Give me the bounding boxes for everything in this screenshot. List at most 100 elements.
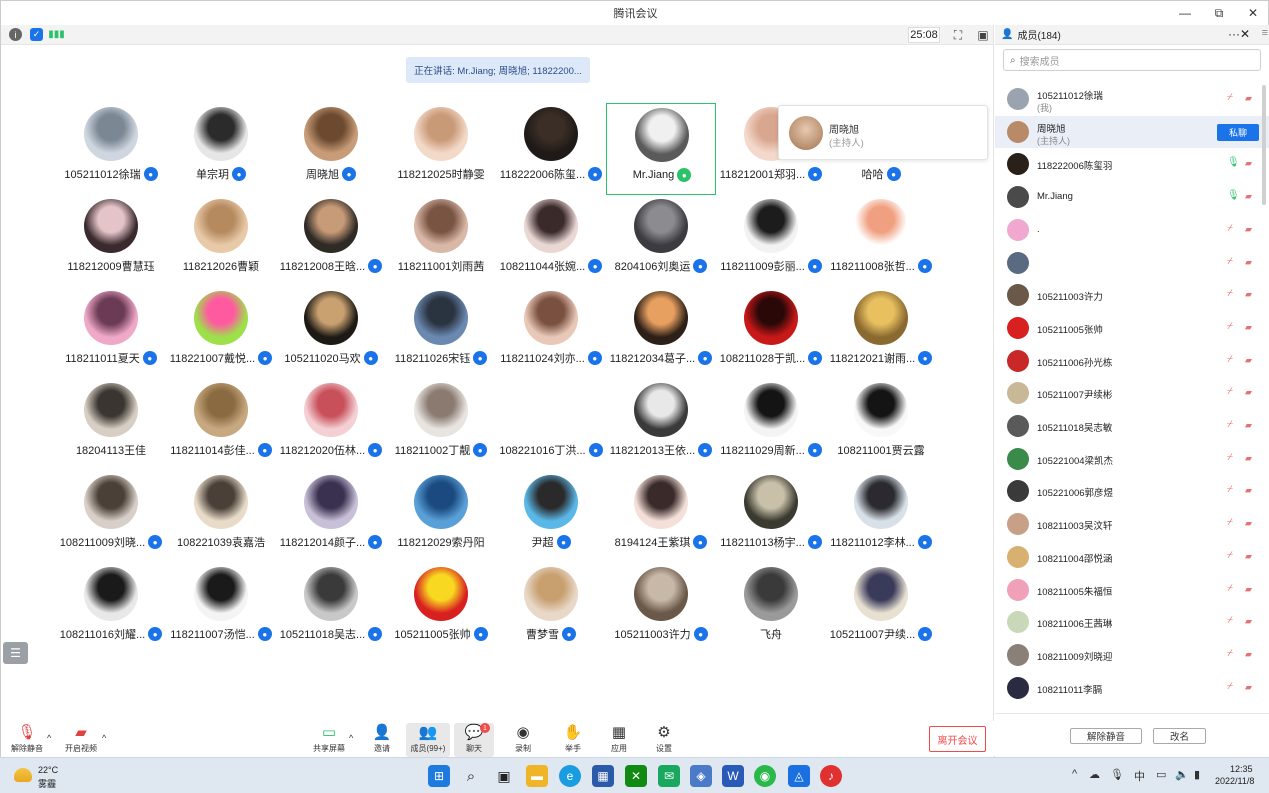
start-video-button[interactable]: ▰ 开启视频 xyxy=(63,723,99,757)
participant-tile[interactable]: 118212034葛子... ● xyxy=(606,287,716,379)
participant-tile[interactable]: 118212026曹颖 xyxy=(166,195,276,287)
unmute-button[interactable]: 🎙 解除静音 xyxy=(9,723,45,757)
edge-icon[interactable]: e xyxy=(559,765,581,787)
start-icon[interactable]: ⊞ xyxy=(428,765,450,787)
wechat-icon[interactable]: ✉ xyxy=(658,765,680,787)
member-row[interactable]: 105211018吴志敏 ⌿ ▰ xyxy=(995,410,1269,442)
camera-off-icon[interactable]: ▰ xyxy=(1245,649,1252,660)
apps-button[interactable]: ▦ 应用 xyxy=(605,723,633,757)
member-row[interactable]: 105221004梁凯杰 ⌿ ▰ xyxy=(995,443,1269,475)
app-icon[interactable]: ◈ xyxy=(690,765,712,787)
participant-tile[interactable]: 118212021谢雨... ● xyxy=(826,287,936,379)
close-icon[interactable]: ✕ xyxy=(1240,27,1250,41)
member-row[interactable]: Mr.Jiang 🎙 ▰ xyxy=(995,181,1269,213)
volume-icon[interactable]: 🔈 xyxy=(1175,768,1189,781)
participant-tile[interactable]: 飞舟 xyxy=(716,563,826,655)
private-chat-button[interactable]: 私聊 xyxy=(1217,123,1259,141)
mic-off-icon[interactable]: ⌿ xyxy=(1227,550,1233,561)
participant-tile[interactable]: 108211016刘耀... ● xyxy=(56,563,166,655)
member-row[interactable]: 105211006孙光栋 ⌿ ▰ xyxy=(995,345,1269,377)
member-row[interactable]: . ⌿ ▰ xyxy=(995,214,1269,246)
member-row[interactable]: 108211006王茜琳 ⌿ ▰ xyxy=(995,606,1269,638)
participant-tile[interactable]: 108221016丁洪... ● xyxy=(496,379,606,471)
mic-off-icon[interactable]: ⌿ xyxy=(1227,583,1233,594)
word-icon[interactable]: W xyxy=(722,765,744,787)
participant-tile[interactable]: 118212009曹慧珏 xyxy=(56,195,166,287)
camera-off-icon[interactable]: ▰ xyxy=(1245,616,1252,627)
clock-time[interactable]: 12:35 xyxy=(1230,764,1253,774)
participant-tile[interactable]: 周晓旭 ● xyxy=(276,103,386,195)
participant-tile[interactable]: 单宗玥 ● xyxy=(166,103,276,195)
task-view-icon[interactable]: ▣ xyxy=(493,765,515,787)
participant-tile[interactable]: 8194124王紫琪 ● xyxy=(606,471,716,563)
unmute-all-button[interactable]: 解除静音 xyxy=(1070,728,1142,744)
fullscreen-icon[interactable]: ⛶ xyxy=(950,27,966,43)
camera-off-icon[interactable]: ▰ xyxy=(1245,485,1252,496)
camera-off-icon[interactable]: ▰ xyxy=(1245,224,1252,235)
participant-tile[interactable]: 105211003许力 ● xyxy=(606,563,716,655)
leave-meeting-button[interactable]: 离开会议 xyxy=(929,726,986,752)
camera-off-icon[interactable]: ▰ xyxy=(1245,584,1252,595)
participant-tile[interactable]: 118211001刘雨茜 xyxy=(386,195,496,287)
participant-tile[interactable]: 118211024刘亦... ● xyxy=(496,287,606,379)
tencent-meeting-icon[interactable]: ◬ xyxy=(788,765,810,787)
participant-tile[interactable]: 118211013杨宇... ● xyxy=(716,471,826,563)
mic-off-icon[interactable]: ⌿ xyxy=(1227,648,1233,659)
mic-icon[interactable]: 🎙 xyxy=(1227,157,1240,168)
member-row[interactable]: 108211011李膈 ⌿ ▰ xyxy=(995,672,1269,704)
mic-off-icon[interactable]: ⌿ xyxy=(1227,681,1233,692)
camera-off-icon[interactable]: ▰ xyxy=(1245,257,1252,268)
camera-off-icon[interactable]: ▰ xyxy=(1245,387,1252,398)
file-explorer-icon[interactable]: ▬ xyxy=(526,765,548,787)
cloud-icon[interactable]: ☁ xyxy=(1089,768,1100,781)
mic-off-icon[interactable]: ⌿ xyxy=(1227,452,1233,463)
member-row[interactable]: 118222006陈玺羽 🎙 ▰ xyxy=(995,148,1269,180)
camera-off-icon[interactable]: ▰ xyxy=(1245,289,1252,300)
mic-icon[interactable]: 🎙 xyxy=(1110,768,1124,781)
member-list-scrollbar[interactable] xyxy=(1262,85,1266,205)
camera-off-icon[interactable]: ▰ xyxy=(1245,158,1252,169)
participant-tile[interactable]: 108221039袁嘉浩 xyxy=(166,471,276,563)
restore-icon[interactable]: ⧉ xyxy=(1202,1,1236,25)
participant-tile[interactable]: 108211001贾云露 xyxy=(826,379,936,471)
store-icon[interactable]: ▦ xyxy=(592,765,614,787)
netease-music-icon[interactable]: ♪ xyxy=(820,765,842,787)
network-icon[interactable]: ▭ xyxy=(1156,768,1166,781)
xbox-icon[interactable]: ✕ xyxy=(625,765,647,787)
participant-tile[interactable]: 8204106刘奥运 ● xyxy=(606,195,716,287)
mic-off-icon[interactable]: ⌿ xyxy=(1227,321,1233,332)
close-icon[interactable]: ✕ xyxy=(1236,1,1269,25)
shield-icon[interactable]: ✓ xyxy=(30,28,43,41)
participant-tile[interactable]: 曹梦雪 ● xyxy=(496,563,606,655)
participant-tile[interactable]: 118211029周新... ● xyxy=(716,379,826,471)
chevron-up-icon[interactable]: ^ xyxy=(1072,768,1077,780)
participant-tile[interactable]: 118211009彭丽... ● xyxy=(716,195,826,287)
mic-off-icon[interactable]: ⌿ xyxy=(1227,223,1233,234)
member-row[interactable]: 105211005张帅 ⌿ ▰ xyxy=(995,312,1269,344)
mic-icon[interactable]: 🎙 xyxy=(1227,190,1240,201)
camera-off-icon[interactable]: ▰ xyxy=(1245,191,1252,202)
participant-tile[interactable]: 118212025时静雯 xyxy=(386,103,496,195)
participant-tile[interactable]: 108211009刘晓... ● xyxy=(56,471,166,563)
member-row[interactable]: ⌿ ▰ xyxy=(995,247,1269,279)
participant-tile[interactable]: 105211020马欢 ● xyxy=(276,287,386,379)
chevron-up-icon[interactable]: ^ xyxy=(47,733,51,743)
participant-tile[interactable]: 118212029索丹阳 xyxy=(386,471,496,563)
participant-tile[interactable]: 118211002丁靓 ● xyxy=(386,379,496,471)
mic-off-icon[interactable]: ⌿ xyxy=(1227,288,1233,299)
chevron-up-icon[interactable]: ^ xyxy=(102,733,106,743)
participant-tile[interactable]: 18204113王佳 xyxy=(56,379,166,471)
participant-tile[interactable]: 118221007戴悦... ● xyxy=(166,287,276,379)
participant-tile[interactable]: 118211007汤恺... ● xyxy=(166,563,276,655)
list-view-icon[interactable]: ☰ xyxy=(3,642,28,664)
participant-tile[interactable]: 118211011夏天 ● xyxy=(56,287,166,379)
member-row[interactable]: 105221006郭彦煜 ⌿ ▰ xyxy=(995,475,1269,507)
participant-tile[interactable]: 118211014彭佳... ● xyxy=(166,379,276,471)
battery-icon[interactable]: ▮ xyxy=(1194,768,1200,781)
camera-off-icon[interactable]: ▰ xyxy=(1245,322,1252,333)
member-search-input[interactable]: ⌕ 搜索成员 xyxy=(1003,49,1261,71)
mic-off-icon[interactable]: ⌿ xyxy=(1227,386,1233,397)
camera-off-icon[interactable]: ▰ xyxy=(1245,93,1252,104)
camera-off-icon[interactable]: ▰ xyxy=(1245,518,1252,529)
participant-tile[interactable]: 118212020伍林... ● xyxy=(276,379,386,471)
